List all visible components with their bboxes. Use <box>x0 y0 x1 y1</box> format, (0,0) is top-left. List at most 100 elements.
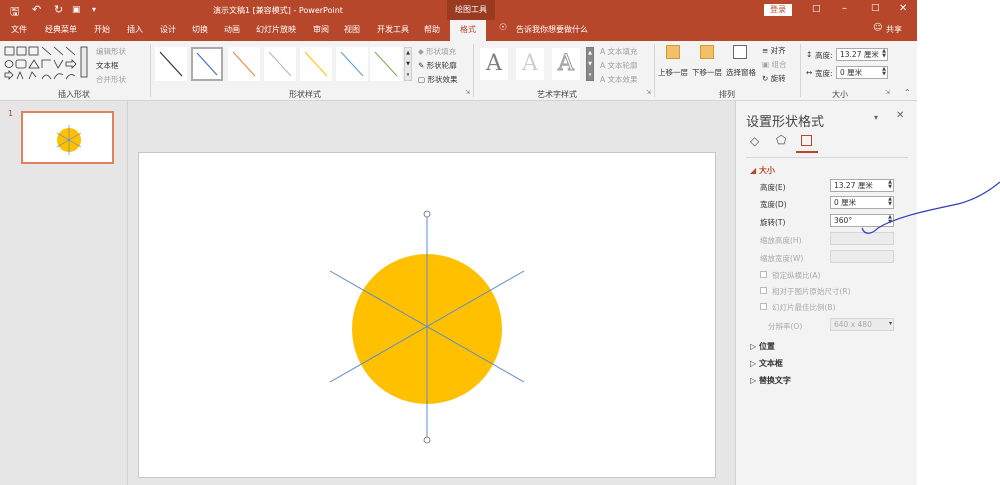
textbox-section-header[interactable]: ▷ 文本框 <box>750 358 783 369</box>
wordart-gallery-scroll[interactable]: ▲ ▼ ▾ <box>586 47 594 81</box>
spin-icon[interactable]: ▲ ▼ <box>882 49 886 59</box>
shape-effects-label: 形状效果 <box>427 75 458 84</box>
group-label: 组合 <box>771 60 787 69</box>
chevron-down-icon: ▾ <box>888 320 892 327</box>
edit-shape-button[interactable]: 编辑形状 <box>96 46 126 57</box>
dialog-launcher-icon[interactable]: ⇲ <box>885 89 890 96</box>
shapes-gallery[interactable] <box>4 45 90 85</box>
tab-classic-menu[interactable]: 经典菜单 <box>45 24 77 35</box>
width-icon: ↔ <box>806 68 813 77</box>
merge-shapes-button[interactable]: 合并形状 <box>96 74 126 85</box>
relative-picture-checkbox[interactable] <box>760 287 767 294</box>
maximize-icon[interactable]: □ <box>871 3 880 13</box>
dialog-launcher-icon[interactable]: ⇲ <box>646 89 651 96</box>
dialog-launcher-icon[interactable]: ⇲ <box>465 89 470 96</box>
lock-aspect-checkbox[interactable] <box>760 271 767 278</box>
alt-text-section-header[interactable]: ▷ 替换文字 <box>750 375 791 386</box>
bring-forward-button[interactable]: 上移一层 <box>658 67 688 78</box>
align-button[interactable]: ≡ 对齐 <box>762 45 786 56</box>
shape-fill-button[interactable]: ◆ 形状填充 <box>418 46 456 57</box>
shape-outline-button[interactable]: ✎ 形状轮廓 <box>418 60 457 71</box>
width-input[interactable]: 0 厘米 ▲ ▼ <box>836 66 888 79</box>
send-backward-icon[interactable] <box>700 45 714 59</box>
shape-style-4[interactable] <box>264 47 296 81</box>
collapse-ribbon-icon[interactable]: ⌃ <box>904 88 911 97</box>
position-section-label: 位置 <box>758 342 775 351</box>
tab-transitions[interactable]: 切换 <box>192 24 208 35</box>
divider <box>150 44 151 97</box>
wordart-style-1[interactable]: A <box>480 48 508 80</box>
ribbon-display-icon[interactable]: □ <box>812 4 821 14</box>
tab-view[interactable]: 视图 <box>344 24 360 35</box>
tab-help[interactable]: 帮助 <box>424 24 440 35</box>
pane-close-icon[interactable]: ✕ <box>896 110 904 121</box>
from-beginning-icon[interactable]: ▣ <box>72 5 81 15</box>
resolution-value: 640 x 480 <box>834 320 872 329</box>
undo-icon[interactable]: ↶ <box>32 3 41 16</box>
effects-icon[interactable]: ⬠ <box>776 133 786 147</box>
ribbon-tabs: 文件 经典菜单 开始 插入 设计 切换 动画 幻灯片放映 审阅 视图 开发工具 … <box>0 20 917 41</box>
rotate-button[interactable]: ↻ 旋转 <box>762 73 786 84</box>
pane-options-icon[interactable]: ▾ <box>874 113 878 122</box>
tell-me-box[interactable]: 告诉我你想要做什么 <box>516 24 588 35</box>
shape-style-6[interactable] <box>336 47 368 81</box>
close-icon[interactable]: ✕ <box>899 3 907 14</box>
text-box-button[interactable]: 文本框 <box>96 60 119 71</box>
divider <box>800 44 801 97</box>
shape-style-1[interactable] <box>155 47 187 81</box>
size-section-header[interactable]: ◢ 大小 <box>750 165 775 176</box>
text-fill-button[interactable]: A 文本填充 <box>600 46 638 57</box>
shape-fill-label: 形状填充 <box>426 47 457 56</box>
spin-icon[interactable]: ▲ ▼ <box>882 67 886 77</box>
send-backward-button[interactable]: 下移一层 <box>692 67 722 78</box>
share-button[interactable]: 共享 <box>886 24 902 35</box>
position-section-header[interactable]: ▷ 位置 <box>750 341 775 352</box>
size-properties-icon[interactable] <box>801 135 812 146</box>
wordart-style-3[interactable]: A <box>552 48 580 80</box>
tab-file[interactable]: 文件 <box>11 24 27 35</box>
login-button[interactable]: 登录 <box>764 4 792 16</box>
text-outline-button[interactable]: A 文本轮廓 <box>600 60 638 71</box>
shape-style-5[interactable] <box>300 47 332 81</box>
shape-effects-button[interactable]: ▢ 形状效果 <box>418 74 457 85</box>
best-scale-checkbox[interactable] <box>760 303 767 310</box>
tab-format[interactable]: 格式 <box>450 20 486 41</box>
tab-slideshow[interactable]: 幻灯片放映 <box>256 24 296 35</box>
height-input[interactable]: 13.27 厘米 ▲ ▼ <box>836 48 888 61</box>
redo-icon[interactable]: ↻ <box>54 3 63 16</box>
height-label: 高度: <box>815 51 833 60</box>
bring-forward-icon[interactable] <box>666 45 680 59</box>
tab-insert[interactable]: 插入 <box>127 24 143 35</box>
selection-pane-icon[interactable] <box>733 45 747 59</box>
selection-handle-top[interactable] <box>423 210 431 218</box>
fill-line-icon[interactable]: ◇ <box>750 134 759 148</box>
pen-annotation <box>861 181 1000 234</box>
tab-design[interactable]: 设计 <box>160 24 176 35</box>
tab-animations[interactable]: 动画 <box>224 24 240 35</box>
group-button[interactable]: ▣ 组合 <box>762 59 786 70</box>
resolution-select[interactable]: 640 x 480 ▾ <box>830 318 894 331</box>
thumbnail-preview <box>56 125 82 155</box>
shape-style-2[interactable] <box>191 47 223 81</box>
shape-style-3[interactable] <box>228 47 260 81</box>
slide[interactable] <box>138 152 716 478</box>
scale-width-input[interactable] <box>830 250 894 263</box>
lightbulb-icon: ☉ <box>499 23 508 33</box>
wordart-style-2[interactable]: A <box>516 48 544 80</box>
selection-handle-bottom[interactable] <box>423 436 431 444</box>
selection-pane-button[interactable]: 选择窗格 <box>726 67 756 78</box>
tab-review[interactable]: 审阅 <box>313 24 329 35</box>
shape-style-7[interactable] <box>370 47 402 81</box>
text-outline-label: 文本轮廓 <box>607 61 638 70</box>
align-label: 对齐 <box>770 46 786 55</box>
minimize-icon[interactable]: – <box>842 3 847 14</box>
text-effects-button[interactable]: A 文本效果 <box>600 74 638 85</box>
scale-height-label: 缩放高度(H) <box>760 236 802 245</box>
slide-thumbnail-1[interactable] <box>21 111 114 164</box>
customize-qat-icon[interactable]: ▾ <box>92 5 96 14</box>
style-gallery-scroll[interactable]: ▲ ▼ ▾ <box>404 47 412 81</box>
ribbon: 编辑形状 文本框 合并形状 插入形状 ▲ ▼ ▾ ◆ 形状填充 ✎ 形状轮廓 ▢ 形… <box>0 41 917 101</box>
size-section-label: 大小 <box>758 166 775 175</box>
tab-home[interactable]: 开始 <box>94 24 110 35</box>
tab-developer[interactable]: 开发工具 <box>377 24 409 35</box>
